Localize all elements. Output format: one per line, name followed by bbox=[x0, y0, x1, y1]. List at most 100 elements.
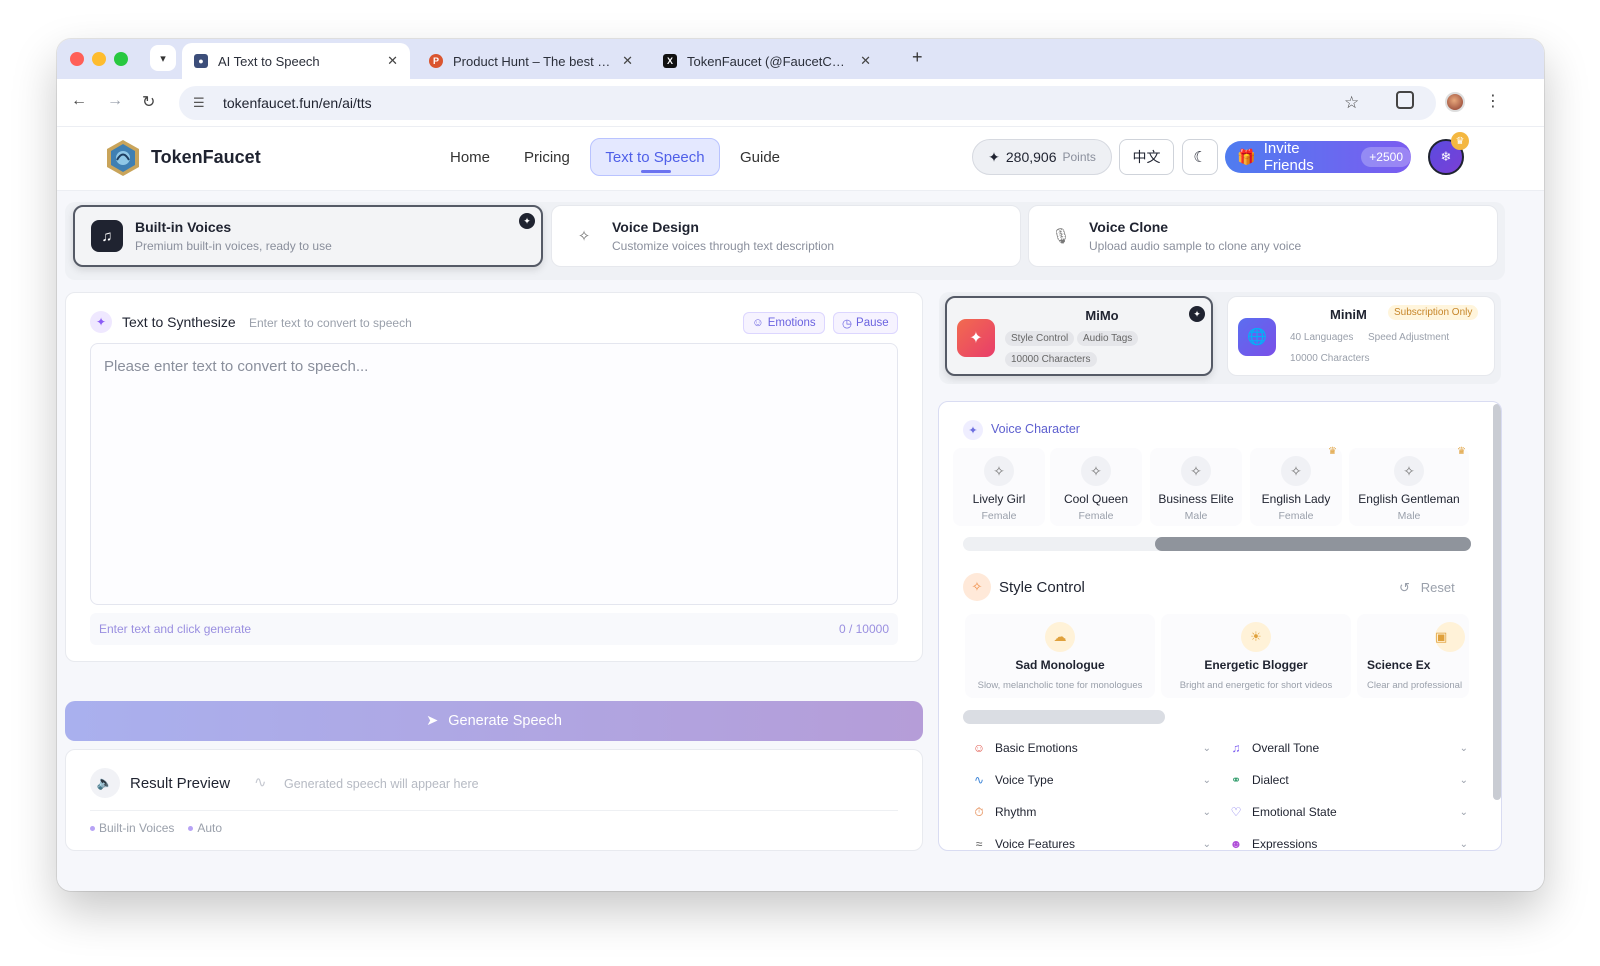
mode-voice-design[interactable]: ✧ Voice Design Customize voices through t… bbox=[551, 205, 1021, 267]
voice-character-title: Voice Character bbox=[991, 422, 1080, 436]
voice-option-english-lady[interactable]: ✧ English Lady Female bbox=[1250, 448, 1342, 526]
new-tab-icon[interactable]: + bbox=[912, 47, 923, 68]
voice-option-business-elite[interactable]: ✧ Business Elite Male bbox=[1150, 448, 1242, 526]
voice-option-lively-girl[interactable]: ✧ Lively Girl Female bbox=[953, 448, 1045, 526]
tokenfaucet-favicon-icon: ● bbox=[194, 54, 208, 68]
book-icon: ▣ bbox=[1435, 622, 1465, 652]
clock-icon: ◷ bbox=[842, 318, 853, 330]
model-card-mimo[interactable]: ✦ MiMo Style Control Audio Tags 10000 Ch… bbox=[945, 296, 1213, 376]
browser-window: ▾ ● AI Text to Speech ✕ P Product Hunt –… bbox=[57, 39, 1544, 891]
send-icon: ➤ bbox=[426, 713, 439, 729]
url-field[interactable]: ☰ tokenfaucet.fun/en/ai/tts bbox=[179, 86, 1436, 120]
gift-icon: 🎁 bbox=[1237, 149, 1256, 166]
browser-tab-x[interactable]: X TokenFaucet (@FaucetCgei) / ✕ bbox=[651, 43, 883, 79]
browser-menu-icon[interactable]: ⋮ bbox=[1485, 91, 1501, 111]
close-tab-icon[interactable]: ✕ bbox=[860, 53, 871, 69]
tab-search-icon[interactable]: ▾ bbox=[150, 45, 176, 71]
model-tag: Style Control bbox=[1005, 331, 1075, 346]
reset-icon: ↺ bbox=[1399, 580, 1410, 595]
chevron-down-icon: ⌄ bbox=[1202, 838, 1211, 850]
close-tab-icon[interactable]: ✕ bbox=[387, 53, 398, 69]
voice-option-english-gentleman[interactable]: ✧ English Gentleman Male bbox=[1349, 448, 1469, 526]
magic-wand-icon: ✧ bbox=[963, 573, 991, 601]
site-header: TokenFaucet Home Pricing Text to Speech … bbox=[57, 127, 1544, 191]
voice-scroll-thumb[interactable] bbox=[1155, 537, 1471, 551]
waveform-icon: ∿ bbox=[254, 774, 267, 791]
accordion-dialect[interactable]: ⚭ Dialect ⌄ bbox=[1228, 770, 1468, 790]
waves-icon: ≈ bbox=[975, 837, 983, 851]
reset-label: Reset bbox=[1420, 580, 1455, 595]
sparkle-badge-icon: ✦ bbox=[1189, 306, 1205, 322]
url-text: tokenfaucet.fun/en/ai/tts bbox=[223, 95, 372, 111]
accordion-expressions[interactable]: ☻ Expressions ⌄ bbox=[1228, 834, 1468, 851]
accordion-voice-features[interactable]: ≈ Voice Features ⌄ bbox=[971, 834, 1211, 851]
mode-selector: ♫ Built-in Voices Premium built-in voices… bbox=[65, 202, 1505, 280]
reload-icon[interactable]: ↻ bbox=[142, 92, 155, 112]
bookmark-star-icon[interactable]: ☆ bbox=[1344, 93, 1359, 113]
voice-option-cool-queen[interactable]: ✧ Cool Queen Female bbox=[1050, 448, 1142, 526]
invite-friends-button[interactable]: 🎁 Invite Friends +2500 bbox=[1225, 140, 1411, 174]
sparkle-badge-icon: ✦ bbox=[519, 213, 535, 229]
tab-title: TokenFaucet (@FaucetCgei) / bbox=[687, 53, 851, 69]
browser-tab-tts[interactable]: ● AI Text to Speech ✕ bbox=[182, 43, 410, 79]
chevron-down-icon: ⌄ bbox=[1459, 838, 1468, 850]
accordion-overall-tone[interactable]: ♫ Overall Tone ⌄ bbox=[1228, 738, 1469, 758]
preset-scroll-thumb[interactable] bbox=[963, 710, 1165, 724]
model-tag: 10000 Characters bbox=[1005, 352, 1097, 367]
accordion-label: Expressions bbox=[1252, 837, 1318, 851]
reset-button[interactable]: ↺ Reset bbox=[1399, 580, 1455, 596]
voice-gender: Male bbox=[1184, 510, 1208, 522]
preset-sad-monologue[interactable]: ☁ Sad Monologue Slow, melancholic tone f… bbox=[965, 614, 1155, 698]
accordion-label: Rhythm bbox=[995, 805, 1037, 819]
mode-built-in-voices[interactable]: ♫ Built-in Voices Premium built-in voices… bbox=[73, 205, 543, 267]
invite-label: Invite Friends bbox=[1263, 140, 1314, 174]
chevron-down-icon: ⌄ bbox=[1459, 806, 1468, 818]
text-input-area[interactable]: Please enter text to convert to speech..… bbox=[90, 343, 898, 605]
sparkle-icon: ✦ bbox=[963, 420, 983, 440]
pause-chip-button[interactable]: ◷ Pause bbox=[833, 312, 898, 334]
dark-mode-moon-icon[interactable]: ☾ bbox=[1182, 139, 1218, 175]
nav-text-to-speech[interactable]: Text to Speech bbox=[590, 138, 720, 176]
cloud-rain-icon: ☁ bbox=[1045, 622, 1075, 652]
extensions-icon[interactable] bbox=[1396, 91, 1414, 109]
panel-scrollbar[interactable] bbox=[1493, 404, 1501, 800]
magic-wand-icon: ✧ bbox=[577, 228, 591, 245]
nav-home[interactable]: Home bbox=[450, 149, 490, 166]
points-value: 280,906 bbox=[1005, 149, 1057, 165]
profile-avatar-icon[interactable] bbox=[1445, 92, 1465, 112]
accordion-emotional-state[interactable]: ♡ Emotional State ⌄ bbox=[1228, 802, 1468, 822]
divider bbox=[90, 810, 898, 811]
model-card-minimax[interactable]: 🌐 MiniM Subscription Only 40 Languages S… bbox=[1227, 296, 1495, 376]
result-tag: Auto bbox=[188, 821, 222, 835]
nav-guide[interactable]: Guide bbox=[740, 149, 780, 166]
mode-title: Voice Clone bbox=[1089, 219, 1169, 235]
zoom-window-button[interactable] bbox=[114, 52, 128, 66]
site-settings-icon[interactable]: ☰ bbox=[193, 95, 211, 111]
forward-icon[interactable]: → bbox=[107, 92, 123, 110]
chevron-down-icon: ⌄ bbox=[1202, 806, 1211, 818]
address-bar: ← → ↻ ☰ tokenfaucet.fun/en/ai/tts ☆ ⋮ bbox=[57, 79, 1544, 127]
accordion-basic-emotions[interactable]: ☺ Basic Emotions ⌄ bbox=[971, 738, 1211, 758]
language-toggle-button[interactable]: 中文 bbox=[1119, 139, 1174, 175]
generate-speech-button[interactable]: ➤ Generate Speech bbox=[65, 701, 923, 741]
close-window-button[interactable] bbox=[70, 52, 84, 66]
browser-tab-producthunt[interactable]: P Product Hunt – The best new ✕ bbox=[417, 43, 645, 79]
close-tab-icon[interactable]: ✕ bbox=[622, 53, 633, 69]
result-preview-card: 🔈 Result Preview ∿ Generated speech will… bbox=[65, 749, 923, 851]
tab-bar: ▾ ● AI Text to Speech ✕ P Product Hunt –… bbox=[57, 39, 1544, 79]
preset-energetic-blogger[interactable]: ☀ Energetic Blogger Bright and energetic… bbox=[1161, 614, 1351, 698]
emotions-chip-button[interactable]: ☺ Emotions bbox=[743, 312, 825, 334]
minimize-window-button[interactable] bbox=[92, 52, 106, 66]
voice-gender: Male bbox=[1397, 510, 1421, 522]
points-balance[interactable]: ✦ 280,906 Points bbox=[972, 139, 1112, 175]
preset-science-explainer[interactable]: ▣ Science Ex Clear and professional bbox=[1357, 614, 1469, 698]
nav-pricing[interactable]: Pricing bbox=[524, 149, 570, 166]
mode-voice-clone[interactable]: 🎙 Voice Clone Upload audio sample to clon… bbox=[1028, 205, 1498, 267]
tokenfaucet-logo-icon[interactable] bbox=[105, 139, 141, 177]
accordion-rhythm[interactable]: ⏱ Rhythm ⌄ bbox=[971, 802, 1211, 822]
points-unit: Points bbox=[1062, 150, 1096, 164]
preset-desc: Bright and energetic for short videos bbox=[1179, 680, 1333, 691]
back-icon[interactable]: ← bbox=[71, 92, 87, 110]
accordion-voice-type[interactable]: ∿ Voice Type ⌄ bbox=[971, 770, 1211, 790]
brand-name[interactable]: TokenFaucet bbox=[151, 147, 261, 168]
